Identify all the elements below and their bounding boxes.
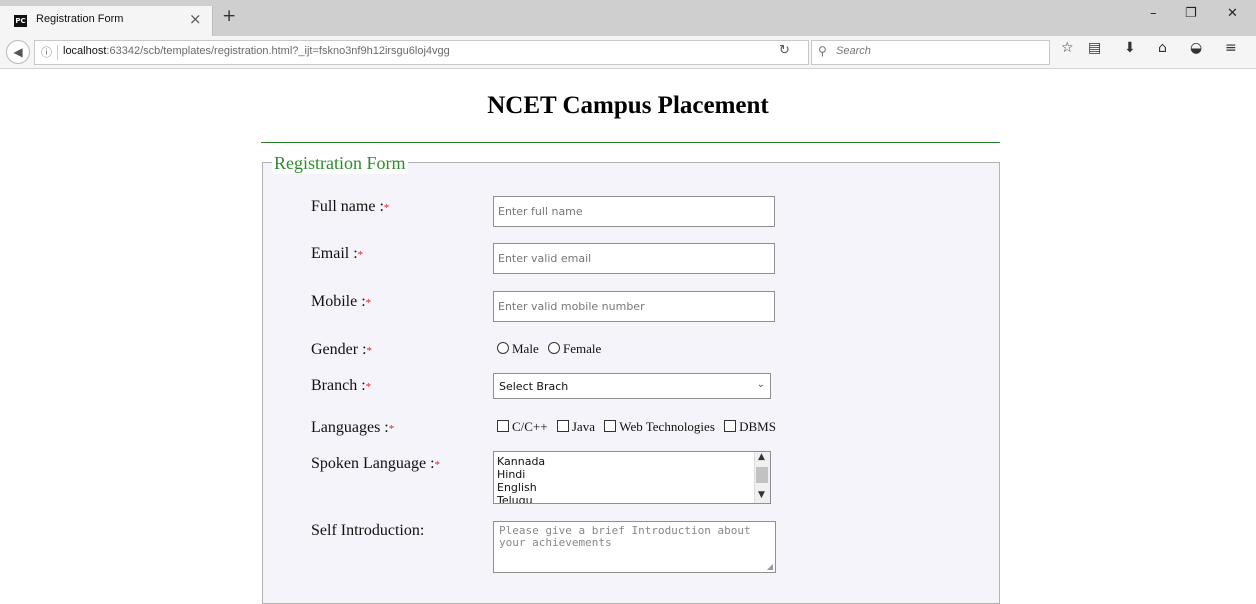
self-intro-textarea[interactable]: Please give a brief Introduction about y… <box>493 521 776 573</box>
tab-title: Registration Form <box>36 13 124 25</box>
pocket-icon[interactable]: ◒ <box>1190 40 1202 56</box>
language-web-option[interactable]: Web Technologies <box>604 419 715 434</box>
pycharm-icon: PC <box>14 15 27 27</box>
bookmark-star-icon[interactable]: ☆ <box>1061 40 1074 56</box>
branch-select[interactable]: Select Brach ⌄ <box>493 373 771 399</box>
required-mark: * <box>357 249 364 261</box>
mobile-input[interactable]: Enter valid mobile number <box>493 291 775 322</box>
list-item[interactable]: Telugu <box>497 494 533 503</box>
mobile-label: Mobile :* <box>311 293 372 310</box>
self-intro-placeholder: Please give a brief Introduction about y… <box>499 524 751 549</box>
scroll-thumb[interactable] <box>756 467 768 483</box>
required-mark: * <box>366 345 373 357</box>
checkbox-web[interactable] <box>604 420 617 432</box>
back-button[interactable]: ◀ <box>6 40 30 64</box>
scroll-down-icon[interactable]: ▼ <box>758 490 765 500</box>
url-separator <box>57 45 58 60</box>
list-item[interactable]: English <box>497 481 537 494</box>
list-item[interactable]: Hindi <box>497 468 525 481</box>
scroll-up-icon[interactable]: ▲ <box>758 452 765 462</box>
spoken-language-label: Spoken Language :* <box>311 455 441 472</box>
languages-options: C/C++ Java Web Technologies DBMS <box>497 419 776 435</box>
reload-icon[interactable]: ↻ <box>779 43 790 58</box>
chevron-down-icon: ⌄ <box>756 379 765 390</box>
language-dbms-option[interactable]: DBMS <box>724 419 776 434</box>
language-java-option[interactable]: Java <box>556 419 595 434</box>
reading-list-icon[interactable]: ▤ <box>1088 40 1101 56</box>
minimize-icon[interactable]: – <box>1150 6 1157 21</box>
search-icon: ⚲ <box>818 44 827 58</box>
checkbox-dbms[interactable] <box>724 420 737 432</box>
home-icon[interactable]: ⌂ <box>1158 40 1167 56</box>
spoken-language-listbox[interactable]: Kannada Hindi English Telugu ▲ ▼ <box>493 451 771 504</box>
branch-label: Branch :* <box>311 377 372 394</box>
required-mark: * <box>365 297 372 309</box>
gender-male-option[interactable]: Male <box>497 341 539 356</box>
required-mark: * <box>434 459 441 471</box>
required-mark: * <box>383 202 390 214</box>
checkbox-c[interactable] <box>497 420 509 432</box>
resize-grip-icon[interactable]: ◢ <box>767 562 773 571</box>
tab-strip: PC Registration Form × + – ❐ ✕ <box>0 0 1256 36</box>
required-mark: * <box>388 423 395 435</box>
fieldset-legend: Registration Form <box>272 153 408 174</box>
radio-female[interactable] <box>547 342 560 354</box>
language-c-option[interactable]: C/C++ <box>497 419 548 434</box>
search-bar[interactable]: ⚲ Search <box>811 40 1050 65</box>
gender-options: Male Female <box>497 341 601 357</box>
listbox-scrollbar[interactable]: ▲ ▼ <box>754 452 770 503</box>
checkbox-java[interactable] <box>556 420 569 432</box>
download-icon[interactable]: ⬇ <box>1124 40 1136 56</box>
required-mark: * <box>365 381 372 393</box>
restore-icon[interactable]: ❐ <box>1185 6 1197 21</box>
email-label: Email :* <box>311 245 364 262</box>
gender-label: Gender :* <box>311 341 373 358</box>
info-icon[interactable]: ⓘ <box>41 44 52 60</box>
email-input[interactable]: Enter valid email <box>493 243 775 274</box>
list-item[interactable]: Kannada <box>497 455 545 468</box>
branch-selected-value: Select Brach <box>499 380 569 393</box>
self-intro-label: Self Introduction: <box>311 522 425 539</box>
full-name-input[interactable]: Enter full name <box>493 196 775 227</box>
title-divider <box>261 142 1000 143</box>
tab-registration-form[interactable]: PC Registration Form × <box>0 6 213 36</box>
arrow-left-icon: ◀ <box>13 45 23 59</box>
close-window-icon[interactable]: ✕ <box>1227 6 1238 21</box>
search-placeholder: Search <box>836 45 871 57</box>
gender-female-option[interactable]: Female <box>547 341 601 356</box>
new-tab-icon[interactable]: + <box>222 6 236 26</box>
page-title: NCET Campus Placement <box>487 92 769 119</box>
radio-male[interactable] <box>497 342 509 354</box>
full-name-label: Full name :* <box>311 198 390 215</box>
menu-icon[interactable]: ≡ <box>1225 40 1237 56</box>
close-tab-icon[interactable]: × <box>189 10 202 28</box>
url-bar[interactable]: ⓘ localhost:63342/scb/templates/registra… <box>34 40 809 65</box>
url-text: localhost:63342/scb/templates/registrati… <box>63 45 450 57</box>
languages-label: Languages :* <box>311 419 395 436</box>
